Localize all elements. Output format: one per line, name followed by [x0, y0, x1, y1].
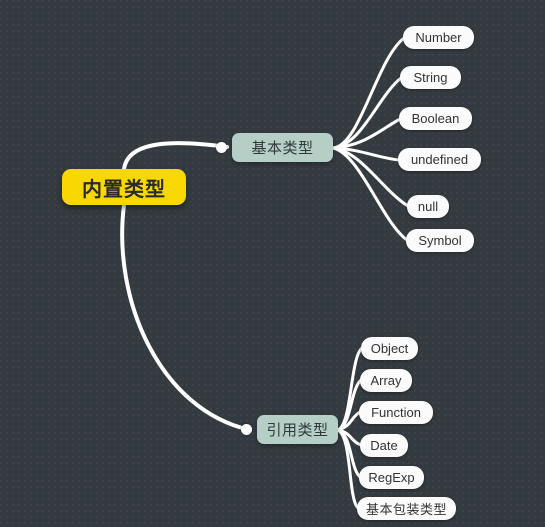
mindmap-branch-node-reference-types[interactable]: 引用类型 — [241, 415, 338, 444]
edge-reference-to-wrapper — [336, 428, 360, 510]
mindmap-canvas: 内置类型 基本类型 Number String Boolean undefine… — [0, 0, 545, 527]
mindmap-leaf-label: Array — [370, 373, 402, 388]
mindmap-leaf-node[interactable]: Array — [360, 369, 412, 392]
edge-basic-to-undefined — [331, 146, 401, 162]
mindmap-leaf-node[interactable]: Symbol — [406, 229, 474, 252]
mindmap-leaf-label: Object — [370, 341, 409, 356]
mindmap-leaf-node[interactable]: RegExp — [359, 466, 424, 489]
mindmap-leaf-label: 基本包装类型 — [366, 502, 448, 517]
edge-root-to-basic — [122, 141, 229, 171]
mindmap-leaf-node[interactable]: Number — [403, 26, 474, 49]
connector-dot-icon-reference — [241, 424, 252, 435]
connector-dot-icon-basic — [216, 142, 227, 153]
mindmap-branch-label-basic: 基本类型 — [251, 140, 314, 157]
mindmap-leaf-label: undefined — [410, 152, 469, 167]
mindmap-leaf-label: null — [417, 199, 439, 214]
mindmap-branch-node-basic-types[interactable]: 基本类型 — [216, 133, 333, 162]
mindmap-leaf-label: Number — [415, 30, 462, 45]
edge-basic-to-null — [331, 146, 410, 208]
edge-reference-to-date — [336, 428, 363, 447]
mindmap-root-node[interactable]: 内置类型 — [62, 169, 186, 205]
edge-root-to-reference — [120, 203, 252, 432]
mindmap-leaf-node[interactable]: Date — [360, 434, 408, 457]
mindmap-leaf-node[interactable]: Object — [361, 337, 418, 360]
edge-basic-to-number — [331, 36, 406, 150]
mindmap-branch-label-reference: 引用类型 — [266, 422, 329, 439]
edge-basic-to-string — [331, 76, 403, 150]
mindmap-leaf-label: Symbol — [418, 233, 462, 248]
mindmap-leaf-label: RegExp — [368, 470, 415, 485]
mindmap-root-label: 内置类型 — [82, 178, 166, 201]
mindmap-leaf-label: String — [413, 70, 448, 85]
mindmap-leaf-node[interactable]: Function — [359, 401, 433, 424]
mindmap-leaf-label: Boolean — [411, 111, 460, 126]
edge-basic-to-symbol — [331, 146, 409, 242]
mindmap-leaf-node[interactable]: undefined — [398, 148, 481, 171]
mindmap-leaf-node[interactable]: String — [400, 66, 461, 89]
mindmap-leaf-label: Date — [370, 438, 398, 453]
edge-reference-to-object — [336, 346, 364, 432]
edge-reference-to-array — [336, 378, 363, 432]
edge-reference-to-function — [336, 410, 362, 432]
mindmap-edge-layer — [120, 36, 410, 510]
edge-reference-to-regexp — [336, 428, 362, 479]
mindmap-leaf-label: Function — [371, 405, 421, 420]
mindmap-leaf-node[interactable]: Boolean — [399, 107, 472, 130]
mindmap-leaf-node[interactable]: null — [407, 195, 449, 218]
mindmap-leaf-node[interactable]: 基本包装类型 — [357, 497, 456, 520]
edge-basic-to-boolean — [331, 117, 402, 150]
